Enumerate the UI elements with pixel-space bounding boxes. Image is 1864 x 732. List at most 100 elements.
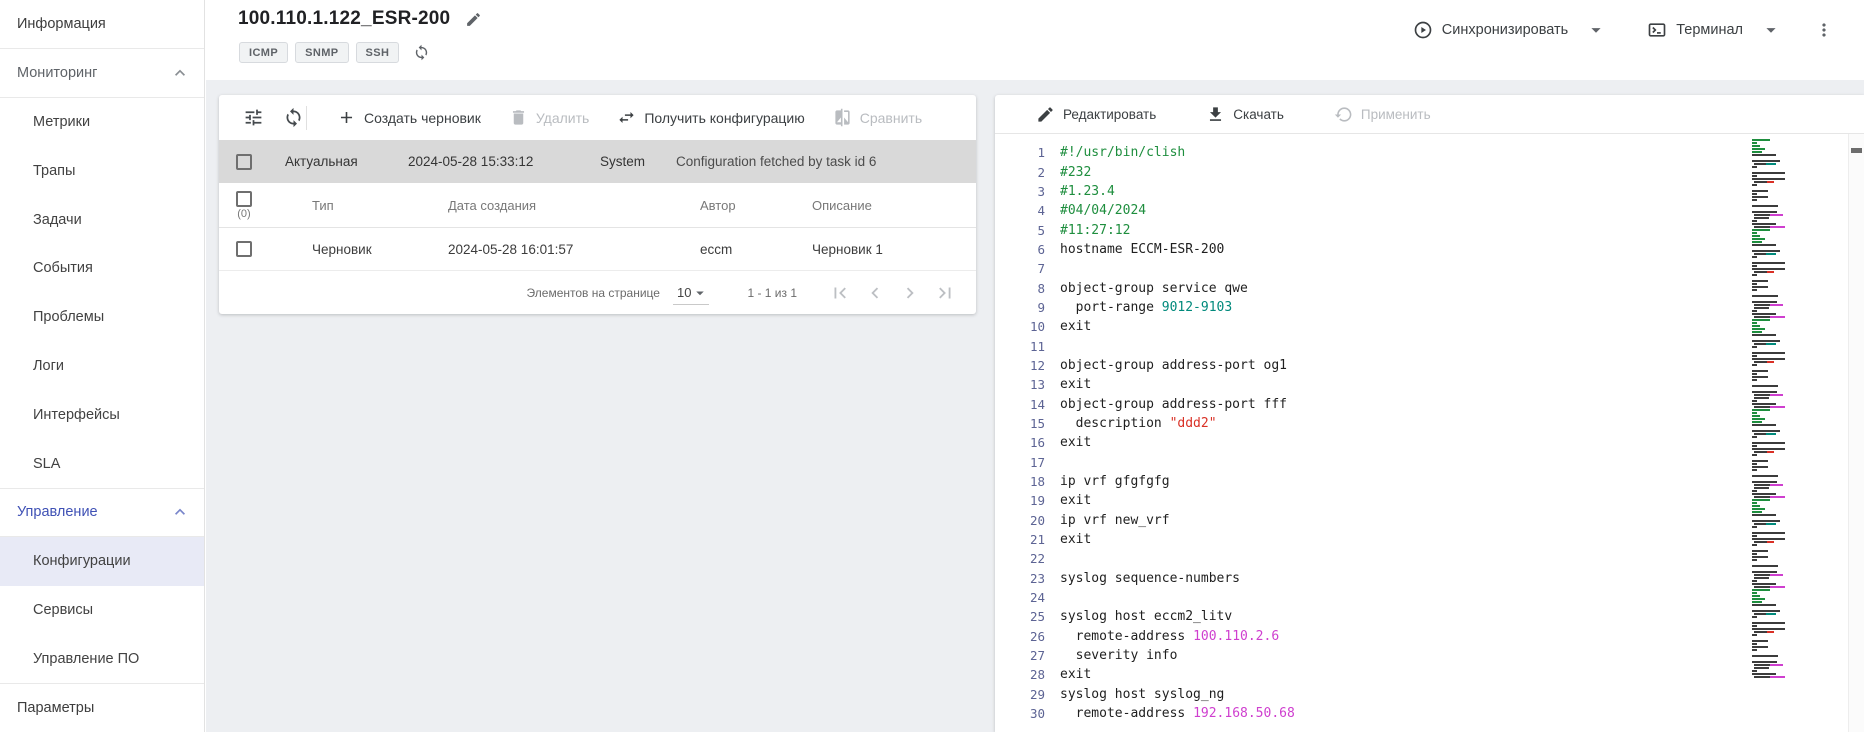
synchronize-button[interactable]: Синхронизировать <box>1409 15 1572 45</box>
sidebar-item-12[interactable]: Сервисы <box>0 586 204 635</box>
code-line: 28exit <box>995 665 1734 684</box>
line-number: 16 <box>995 435 1045 450</box>
minimap-line <box>1752 193 1798 195</box>
minimap-line <box>1752 355 1798 357</box>
items-per-page-select[interactable]: 10 <box>673 282 709 305</box>
line-number: 29 <box>995 687 1045 702</box>
delete-button[interactable]: Удалить <box>501 102 597 133</box>
code-line: 30 remote-address 192.168.50.68 <box>995 704 1734 723</box>
line-number: 7 <box>995 261 1045 276</box>
minimap-line <box>1752 277 1798 279</box>
history-icon <box>1334 105 1353 124</box>
minimap-line <box>1752 445 1798 447</box>
minimap-line <box>1752 448 1798 450</box>
apply-config-button[interactable]: Применить <box>1326 99 1439 130</box>
minimap-line <box>1752 535 1798 537</box>
next-page-button[interactable] <box>899 282 921 304</box>
code-editor[interactable]: 1#!/usr/bin/clish2#2323#1.23.44#04/04/20… <box>995 134 1864 732</box>
synchronize-dropdown-caret[interactable] <box>1585 19 1607 41</box>
topbar: 100.110.1.122_ESR-200 ICMPSNMPSSH Синхро… <box>206 0 1864 80</box>
code-line: 18ip vrf gfgfgfg <box>995 472 1734 491</box>
minimap-line <box>1752 493 1798 495</box>
pencil-icon <box>1036 105 1055 124</box>
edit-config-button[interactable]: Редактировать <box>1028 99 1164 130</box>
sidebar-item-14[interactable]: Параметры <box>0 683 204 732</box>
scrollbar[interactable] <box>1848 134 1864 732</box>
row-checkbox[interactable] <box>236 154 252 170</box>
minimap-line <box>1752 382 1798 384</box>
minimap-line <box>1752 280 1798 282</box>
code-line: 24 <box>995 588 1734 607</box>
chevron-left-icon <box>864 282 886 304</box>
minimap-line <box>1752 655 1798 657</box>
fetch-config-button[interactable]: Получить конфигурацию <box>609 102 812 133</box>
table-row[interactable]: Черновик 2024-05-28 16:01:57 eccm Чернов… <box>219 228 976 271</box>
sidebar-item-2[interactable]: Метрики <box>0 98 204 147</box>
pinned-date: 2024-05-28 15:33:12 <box>408 154 600 169</box>
filter-button[interactable] <box>243 107 264 128</box>
code-line: 14object-group address-port fff <box>995 394 1734 413</box>
minimap-line <box>1752 661 1798 663</box>
sidebar-item-13[interactable]: Управление ПО <box>0 634 204 683</box>
minimap[interactable] <box>1752 139 1798 679</box>
chevron-up-icon <box>170 502 190 522</box>
minimap-line <box>1752 469 1798 471</box>
code-line: 3#1.23.4 <box>995 182 1734 201</box>
minimap-line <box>1752 334 1798 336</box>
sidebar-item-1[interactable]: Мониторинг <box>0 49 204 98</box>
terminal-button[interactable]: Терминал <box>1643 15 1747 45</box>
minimap-line <box>1752 421 1798 423</box>
cell-date: 2024-05-28 16:01:57 <box>448 242 700 257</box>
prev-page-button[interactable] <box>864 282 886 304</box>
select-all-checkbox[interactable] <box>236 191 252 207</box>
title-row: 100.110.1.122_ESR-200 <box>238 8 482 30</box>
minimap-line <box>1752 142 1798 144</box>
terminal-dropdown-caret[interactable] <box>1760 19 1782 41</box>
row-checkbox[interactable] <box>236 241 252 257</box>
minimap-line <box>1752 235 1798 237</box>
sidebar-item-label: Логи <box>33 358 64 374</box>
scrollbar-thumb[interactable] <box>1851 148 1862 153</box>
sidebar-item-10[interactable]: Управление <box>0 488 204 537</box>
download-config-button[interactable]: Скачать <box>1198 99 1292 130</box>
sidebar-item-0[interactable]: Информация <box>0 0 204 49</box>
kebab-icon <box>1814 20 1834 40</box>
line-content: syslog host eccm2_litv <box>1045 609 1232 624</box>
sync-status-button[interactable] <box>413 44 430 61</box>
sidebar-item-7[interactable]: Логи <box>0 342 204 391</box>
minimap-line <box>1752 619 1798 621</box>
line-content: object-group service qwe <box>1045 281 1248 296</box>
line-content: #232 <box>1045 165 1091 180</box>
sidebar-item-label: SLA <box>33 456 60 472</box>
minimap-line <box>1752 181 1798 183</box>
more-menu-button[interactable] <box>1814 20 1834 40</box>
minimap-line <box>1752 637 1798 639</box>
sidebar-item-9[interactable]: SLA <box>0 439 204 488</box>
minimap-line <box>1752 604 1798 606</box>
minimap-line <box>1752 385 1798 387</box>
compare-button[interactable]: Сравнить <box>825 102 930 133</box>
first-page-button[interactable] <box>829 282 851 304</box>
last-page-button[interactable] <box>934 282 956 304</box>
sidebar-item-6[interactable]: Проблемы <box>0 293 204 342</box>
sidebar-item-11[interactable]: Конфигурации <box>0 537 204 586</box>
minimap-line <box>1752 478 1798 480</box>
minimap-line <box>1752 250 1798 252</box>
minimap-line <box>1752 460 1798 462</box>
minimap-line <box>1752 388 1798 390</box>
column-author: Автор <box>700 198 812 213</box>
sidebar-item-8[interactable]: Интерфейсы <box>0 390 204 439</box>
minimap-line <box>1752 658 1798 660</box>
line-number: 22 <box>995 551 1045 566</box>
line-content: #11:27:12 <box>1045 223 1130 238</box>
sidebar-item-4[interactable]: Задачи <box>0 195 204 244</box>
line-content: description "ddd2" <box>1045 416 1217 431</box>
current-configuration-row[interactable]: Актуальная 2024-05-28 15:33:12 System Co… <box>219 140 976 183</box>
minimap-line <box>1752 646 1798 648</box>
refresh-button[interactable] <box>283 107 304 128</box>
minimap-line <box>1752 403 1798 405</box>
create-draft-button[interactable]: Создать черновик <box>329 102 489 133</box>
sidebar-item-3[interactable]: Трапы <box>0 146 204 195</box>
edit-title-button[interactable] <box>465 11 482 28</box>
sidebar-item-5[interactable]: События <box>0 244 204 293</box>
